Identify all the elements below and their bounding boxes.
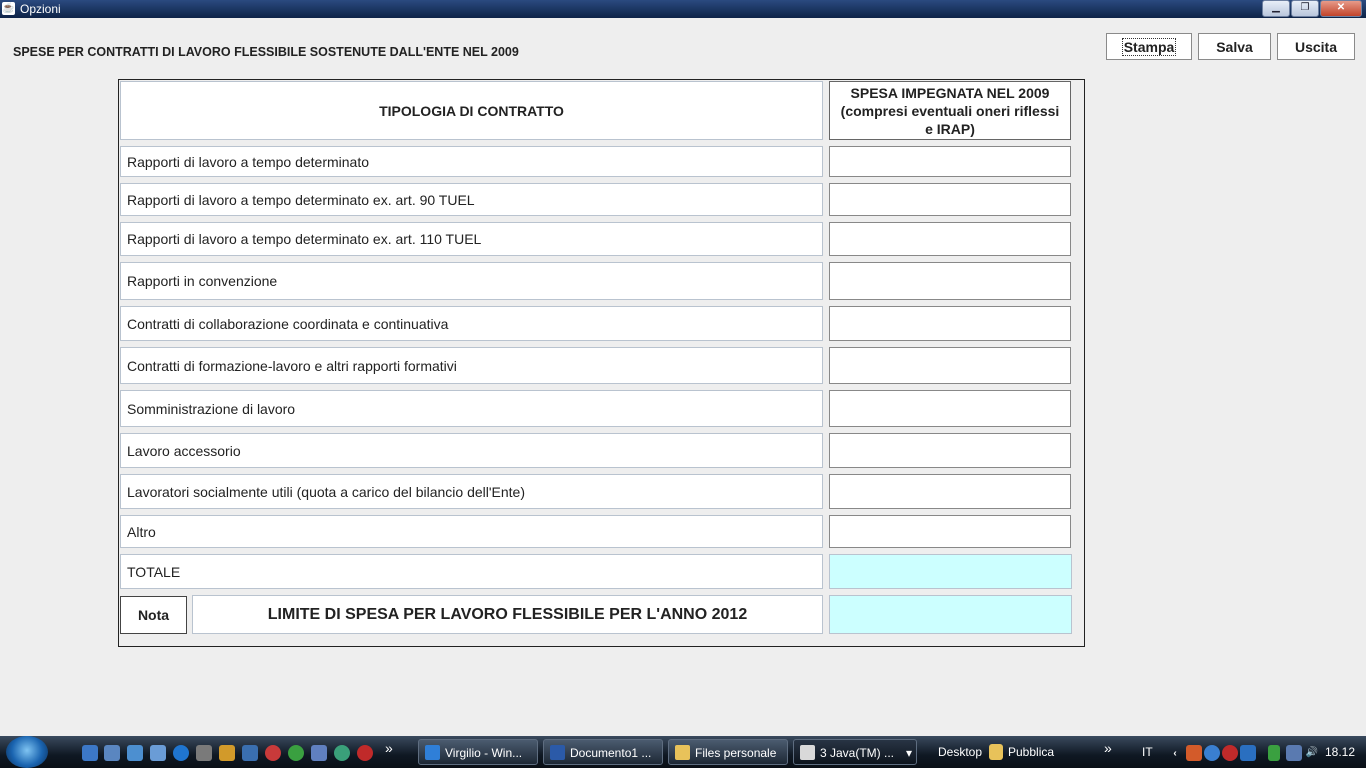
app-icon[interactable] <box>242 745 258 761</box>
tools-icon[interactable] <box>219 745 235 761</box>
row-label: Lavoratori socialmente utili (quota a ca… <box>120 474 823 509</box>
task-files-personale[interactable]: Files personale <box>668 739 788 765</box>
row-value-input[interactable] <box>829 347 1071 384</box>
total-value-field <box>829 554 1072 589</box>
network-icon[interactable] <box>1286 745 1302 761</box>
quicklaunch-overflow-icon[interactable]: » <box>385 740 393 756</box>
utorrent-icon[interactable] <box>288 745 304 761</box>
expense-table-panel: TIPOLOGIA DI CONTRATTO SPESA IMPEGNATA N… <box>118 79 1085 647</box>
row-label: Altro <box>120 515 823 548</box>
row-value-input[interactable] <box>829 474 1071 509</box>
antivirus-icon[interactable] <box>357 745 373 761</box>
row-label: Contratti di collaborazione coordinata e… <box>120 306 823 341</box>
internet-explorer-icon[interactable] <box>173 745 189 761</box>
limit-label: LIMITE DI SPESA PER LAVORO FLESSIBILE PE… <box>192 595 823 634</box>
toolbar-overflow-icon[interactable]: » <box>1104 740 1112 756</box>
start-button[interactable] <box>6 736 48 768</box>
row-label: Lavoro accessorio <box>120 433 823 468</box>
header-spesa-line2: (compresi eventuali oneri riflessi <box>840 102 1060 119</box>
header-spesa-line3: e IRAP) <box>925 120 975 137</box>
salva-button[interactable]: Salva <box>1198 33 1271 60</box>
chevron-down-icon: ▾ <box>905 746 912 760</box>
nota-button[interactable]: Nota <box>120 596 187 634</box>
row-value-input[interactable] <box>829 262 1071 300</box>
word-icon <box>550 745 565 760</box>
tray-antivirus-icon[interactable] <box>1222 745 1238 761</box>
minimize-button[interactable]: ▁ <box>1262 0 1290 17</box>
page-heading: SPESE PER CONTRATTI DI LAVORO FLESSIBILE… <box>13 45 519 59</box>
java-app-icon: ☕ <box>2 2 15 15</box>
language-indicator[interactable]: IT <box>1142 745 1153 759</box>
taskbar: » Virgilio - Win... Documento1 ... Files… <box>0 736 1366 768</box>
maximize-button[interactable]: ❐ <box>1291 0 1319 17</box>
stampa-button[interactable]: Stampa <box>1106 33 1192 60</box>
row-label: Rapporti di lavoro a tempo determinato <box>120 146 823 177</box>
window-titlebar: ☕ Opzioni ▁ ❐ ✕ <box>0 0 1366 18</box>
battery-icon[interactable] <box>1268 745 1280 761</box>
header-spesa-line1: SPESA IMPEGNATA NEL 2009 <box>850 84 1050 101</box>
pubblica-toolbar-label[interactable]: Pubblica <box>1008 745 1054 759</box>
calculator-icon[interactable] <box>311 745 327 761</box>
task-label: Documento1 ... <box>570 746 652 760</box>
row-value-input[interactable] <box>829 515 1071 548</box>
media-icon[interactable] <box>127 745 143 761</box>
row-value-input[interactable] <box>829 390 1071 427</box>
opera-icon[interactable] <box>265 745 281 761</box>
folder-icon <box>989 744 1003 760</box>
close-button[interactable]: ✕ <box>1320 0 1362 17</box>
java-icon <box>800 745 815 760</box>
uscita-button[interactable]: Uscita <box>1277 33 1355 60</box>
desktop-toolbar-label[interactable]: Desktop <box>938 745 982 759</box>
row-label: Rapporti di lavoro a tempo determinato e… <box>120 222 823 256</box>
total-label: TOTALE <box>120 554 823 589</box>
window-title: Opzioni <box>20 2 61 16</box>
row-label: Rapporti in convenzione <box>120 262 823 300</box>
row-label: Somministrazione di lavoro <box>120 390 823 427</box>
task-label: Virgilio - Win... <box>445 746 523 760</box>
clock[interactable]: 18.12 <box>1325 745 1355 759</box>
volume-icon[interactable]: 🔊 <box>1304 745 1320 761</box>
row-value-input[interactable] <box>829 306 1071 341</box>
row-label: Rapporti di lavoro a tempo determinato e… <box>120 183 823 216</box>
folder-icon <box>675 745 690 760</box>
tray-skype-icon[interactable] <box>1204 745 1220 761</box>
photo-icon[interactable] <box>150 745 166 761</box>
header-spesa: SPESA IMPEGNATA NEL 2009 (compresi event… <box>829 81 1071 140</box>
task-label: Files personale <box>695 746 777 760</box>
skype-icon[interactable] <box>334 745 350 761</box>
row-value-input[interactable] <box>829 183 1071 216</box>
row-value-input[interactable] <box>829 222 1071 256</box>
task-label: 3 Java(TM) ... <box>820 746 895 760</box>
tray-app-icon[interactable] <box>1186 745 1202 761</box>
task-virgilio[interactable]: Virgilio - Win... <box>418 739 538 765</box>
window-switch-icon[interactable] <box>104 745 120 761</box>
stampa-label: Stampa <box>1121 38 1177 56</box>
itunes-icon[interactable] <box>196 745 212 761</box>
header-tipologia: TIPOLOGIA DI CONTRATTO <box>120 81 823 140</box>
limit-value-field <box>829 595 1072 634</box>
tray-bluetooth-icon[interactable] <box>1240 745 1256 761</box>
row-label: Contratti di formazione-lavoro e altri r… <box>120 347 823 384</box>
browser-icon <box>425 745 440 760</box>
task-documento[interactable]: Documento1 ... <box>543 739 663 765</box>
row-value-input[interactable] <box>829 433 1071 468</box>
task-java[interactable]: 3 Java(TM) ... ▾ <box>793 739 917 765</box>
show-desktop-icon[interactable] <box>82 745 98 761</box>
chevron-left-icon[interactable]: ‹ <box>1170 746 1180 762</box>
row-value-input[interactable] <box>829 146 1071 177</box>
window-controls: ▁ ❐ ✕ <box>1261 0 1362 17</box>
